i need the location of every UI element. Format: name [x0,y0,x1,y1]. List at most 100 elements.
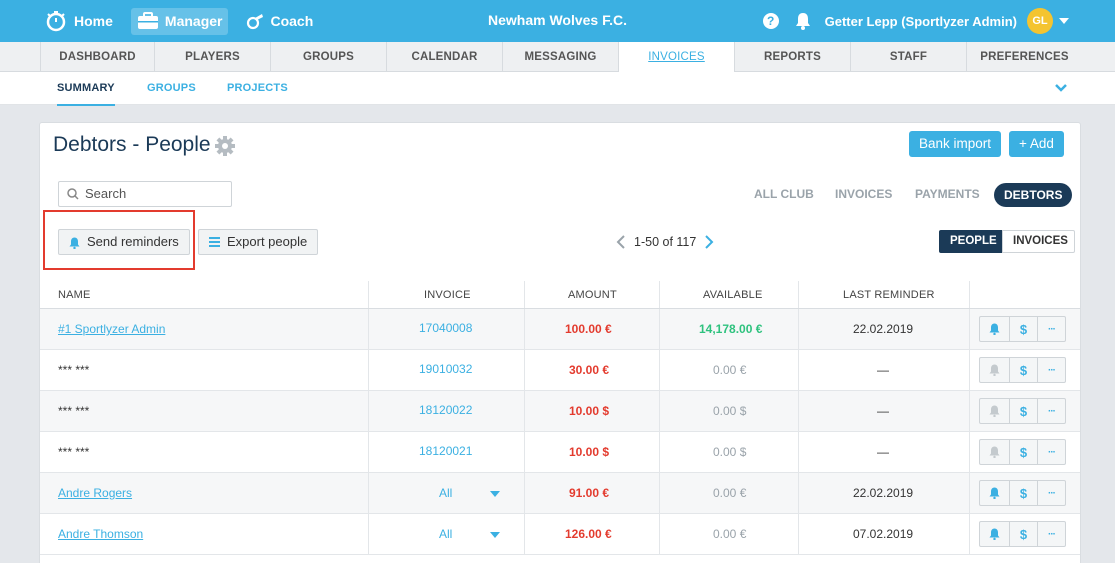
cell-invoice[interactable]: 18120022 [419,403,472,417]
more-options-button[interactable]: ··· [1037,357,1066,383]
gear-icon[interactable] [214,135,236,157]
chevron-left-icon[interactable] [616,235,626,249]
chevron-down-icon[interactable] [1055,82,1067,94]
tab-calendar[interactable]: CALENDAR [386,42,502,72]
invoice-dropdown-chevron-icon[interactable] [490,532,500,538]
bell-icon [989,405,1000,417]
payment-button[interactable]: $ [1009,357,1038,383]
tab-messaging[interactable]: MESSAGING [502,42,618,72]
tab-invoices[interactable]: INVOICES [618,42,734,72]
cell-name: *** *** [58,445,90,459]
tab-preferences[interactable]: PREFERENCES [966,42,1082,72]
payment-button[interactable]: $ [1009,439,1038,465]
more-icon: ··· [1048,487,1056,499]
more-options-button[interactable]: ··· [1037,439,1066,465]
col-name-header[interactable]: NAME [58,289,91,301]
table-row: *** *** 18120022 10.00 $ 0.00 $ — $ ··· [40,391,1080,432]
more-options-button[interactable]: ··· [1037,480,1066,506]
bell-icon [989,528,1000,540]
tab-staff[interactable]: STAFF [850,42,966,72]
cell-invoice[interactable]: All [439,486,452,500]
debtors-card: Debtors - People Bank import + Add Searc… [39,122,1081,563]
cell-available: 0.00 $ [713,404,747,418]
sub-tabs: SUMMARY GROUPS PROJECTS [0,72,1115,106]
send-reminder-button[interactable] [979,357,1010,383]
filter-all-club[interactable]: ALL CLUB [754,187,814,201]
table-row: *** *** 19010032 30.00 € 0.00 € — $ ··· [40,350,1080,391]
bell-icon [989,323,1000,335]
more-icon: ··· [1048,446,1056,458]
cell-last-reminder: 22.02.2019 [853,486,914,500]
tab-reports[interactable]: REPORTS [734,42,850,72]
row-actions: $ ··· [979,480,1066,506]
cell-invoice[interactable]: 19010032 [419,362,472,376]
search-icon [67,188,79,200]
cell-name: *** *** [58,363,90,377]
send-reminder-button[interactable] [979,480,1010,506]
table-header: NAME INVOICE AMOUNT AVAILABLE LAST REMIN… [40,281,1080,309]
export-people-label: Export people [227,234,308,249]
tab-groups[interactable]: GROUPS [270,42,386,72]
cell-available: 0.00 € [713,527,747,541]
nav-home-label: Home [74,13,113,29]
row-actions: $ ··· [979,316,1066,342]
club-name[interactable]: Newham Wolves F.C. [488,12,627,28]
bank-import-button[interactable]: Bank import [909,131,1002,157]
send-reminder-button[interactable] [979,521,1010,547]
nav-coach[interactable]: Coach [240,8,319,35]
filter-payments[interactable]: PAYMENTS [915,187,980,201]
cell-last-reminder: — [877,445,889,459]
subtab-summary[interactable]: SUMMARY [57,82,115,106]
more-options-button[interactable]: ··· [1037,398,1066,424]
invoice-dropdown-chevron-icon[interactable] [490,491,500,497]
filter-debtors[interactable]: DEBTORS [994,183,1073,207]
send-reminders-label: Send reminders [87,234,179,249]
payment-button[interactable]: $ [1009,316,1038,342]
cell-name[interactable]: #1 Sportlyzer Admin [58,322,165,336]
bell-icon[interactable] [795,12,811,30]
cell-invoice[interactable]: 18120021 [419,444,472,458]
col-invoice-header[interactable]: INVOICE [424,289,471,301]
col-last-reminder-header[interactable]: LAST REMINDER [843,289,935,301]
cell-name[interactable]: Andre Thomson [58,527,143,541]
payment-button[interactable]: $ [1009,398,1038,424]
user-menu-chevron-icon[interactable] [1059,18,1069,24]
user-name[interactable]: Getter Lepp (Sportlyzer Admin) [825,14,1017,29]
tab-dashboard[interactable]: DASHBOARD [40,42,154,72]
send-reminders-button[interactable]: Send reminders [58,229,190,255]
tab-players[interactable]: PLAYERS [154,42,270,72]
subtab-projects[interactable]: PROJECTS [227,82,288,94]
subtab-groups[interactable]: GROUPS [147,82,196,94]
send-reminder-button[interactable] [979,398,1010,424]
nav-home[interactable]: Home [38,8,119,35]
export-people-button[interactable]: Export people [198,229,319,255]
col-available-header[interactable]: AVAILABLE [703,289,762,301]
cell-invoice[interactable]: All [439,527,452,541]
view-toggle-invoices[interactable]: INVOICES [1002,230,1075,253]
more-options-button[interactable]: ··· [1037,316,1066,342]
payment-button[interactable]: $ [1009,521,1038,547]
row-actions: $ ··· [979,398,1066,424]
cell-name[interactable]: Andre Rogers [58,486,132,500]
bell-icon [69,237,80,249]
search-input[interactable]: Search [58,181,232,207]
nav-coach-label: Coach [270,13,314,29]
send-reminder-button[interactable] [979,316,1010,342]
filter-invoices[interactable]: INVOICES [835,187,892,201]
cell-amount: 126.00 € [565,527,612,541]
add-button[interactable]: + Add [1009,131,1064,157]
chevron-right-icon[interactable] [704,235,714,249]
avatar[interactable]: GL [1027,8,1053,34]
payment-button[interactable]: $ [1009,480,1038,506]
nav-manager[interactable]: Manager [130,7,229,35]
send-reminder-button[interactable] [979,439,1010,465]
row-actions: $ ··· [979,357,1066,383]
view-toggle-people[interactable]: PEOPLE [939,230,1003,253]
help-icon[interactable]: ? [762,13,779,29]
cell-invoice[interactable]: 17040008 [419,321,472,335]
dollar-icon: $ [1019,444,1028,460]
col-amount-header[interactable]: AMOUNT [568,289,617,301]
cell-available: 0.00 $ [713,445,747,459]
cell-amount: 10.00 $ [569,445,610,459]
more-options-button[interactable]: ··· [1037,521,1066,547]
